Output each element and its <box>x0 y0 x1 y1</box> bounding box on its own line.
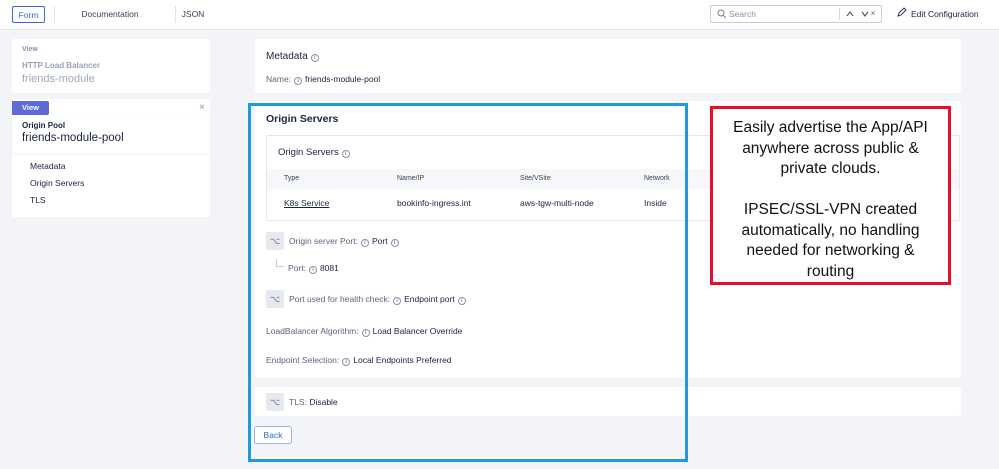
metadata-section: Metadata i Name: i friends-module-pool <box>255 39 961 93</box>
search-icon <box>717 9 727 19</box>
object-type: HTTP Load Balancer <box>22 61 101 70</box>
name-field: Name: i friends-module-pool <box>266 74 381 85</box>
close-icon[interactable]: × <box>199 102 205 113</box>
tab-json[interactable]: JSON <box>180 6 206 23</box>
edit-configuration-button[interactable]: Edit Configuration <box>897 7 979 22</box>
tab-divider <box>175 6 176 23</box>
callout-text: Easily advertise the App/API anywhere ac… <box>733 119 928 280</box>
tab-documentation[interactable]: Documentation <box>70 6 150 23</box>
search-clear-button[interactable]: × <box>867 7 879 21</box>
search-input[interactable] <box>729 7 829 21</box>
info-icon: i <box>310 54 319 62</box>
section-title: Metadata i <box>266 51 322 62</box>
tab-divider <box>54 6 55 23</box>
object-name: friends-module-pool <box>22 132 124 144</box>
top-bar: Form Documentation JSON × Edit Configura… <box>0 0 999 30</box>
search-box: × <box>710 5 882 23</box>
callout-box: Easily advertise the App/API anywhere ac… <box>710 106 951 285</box>
name-value: friends-module-pool <box>305 74 381 84</box>
tab-form[interactable]: Form <box>12 6 45 23</box>
edit-configuration-label: Edit Configuration <box>911 9 979 19</box>
object-type: Origin Pool <box>22 121 66 130</box>
search-divider <box>839 8 840 20</box>
pencil-icon <box>897 7 907 17</box>
view-label: View <box>22 46 38 53</box>
sidebar-item-metadata[interactable]: Metadata <box>30 161 65 171</box>
parent-object-card[interactable]: View HTTP Load Balancer friends-module <box>12 39 210 93</box>
current-object-card: View × Origin Pool friends-module-pool M… <box>12 99 210 217</box>
sidebar-item-origin-servers[interactable]: Origin Servers <box>30 178 84 188</box>
info-icon: i <box>294 77 303 85</box>
object-name: friends-module <box>22 73 95 85</box>
sidebar-item-tls[interactable]: TLS <box>30 195 46 205</box>
chevron-up-icon[interactable] <box>846 10 854 18</box>
view-badge: View <box>12 101 49 115</box>
highlight-outline <box>248 103 688 462</box>
